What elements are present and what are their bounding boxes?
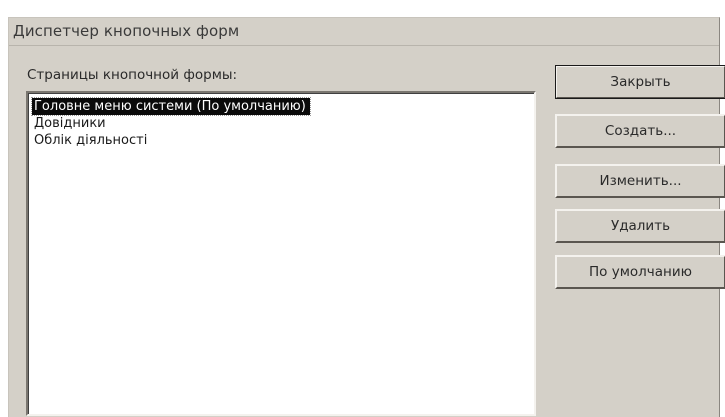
pages-listbox[interactable]: Головне меню системи (По умолчанию) Дові… (26, 91, 536, 416)
pages-listbox-inner: Головне меню системи (По умолчанию) Дові… (28, 93, 534, 414)
pages-list-label: Страницы кнопочной формы: (27, 67, 238, 83)
dialog-title: Диспетчер кнопочных форм (13, 22, 240, 40)
set-default-button[interactable]: По умолчанию (555, 255, 725, 289)
list-item-main-menu[interactable]: Головне меню системи (По умолчанию) (31, 97, 311, 116)
list-item-activity-accounting[interactable]: Облік діяльності (32, 132, 151, 149)
list-item-directories[interactable]: Довідники (32, 115, 110, 132)
dialog-titlebar[interactable]: Диспетчер кнопочных форм (9, 18, 719, 46)
delete-button[interactable]: Удалить (555, 209, 725, 243)
switchboard-manager-dialog: Диспетчер кнопочных форм Страницы кнопоч… (8, 17, 725, 417)
close-button[interactable]: Закрыть (555, 65, 725, 99)
edit-button[interactable]: Изменить... (555, 164, 725, 198)
create-button[interactable]: Создать... (555, 114, 725, 148)
